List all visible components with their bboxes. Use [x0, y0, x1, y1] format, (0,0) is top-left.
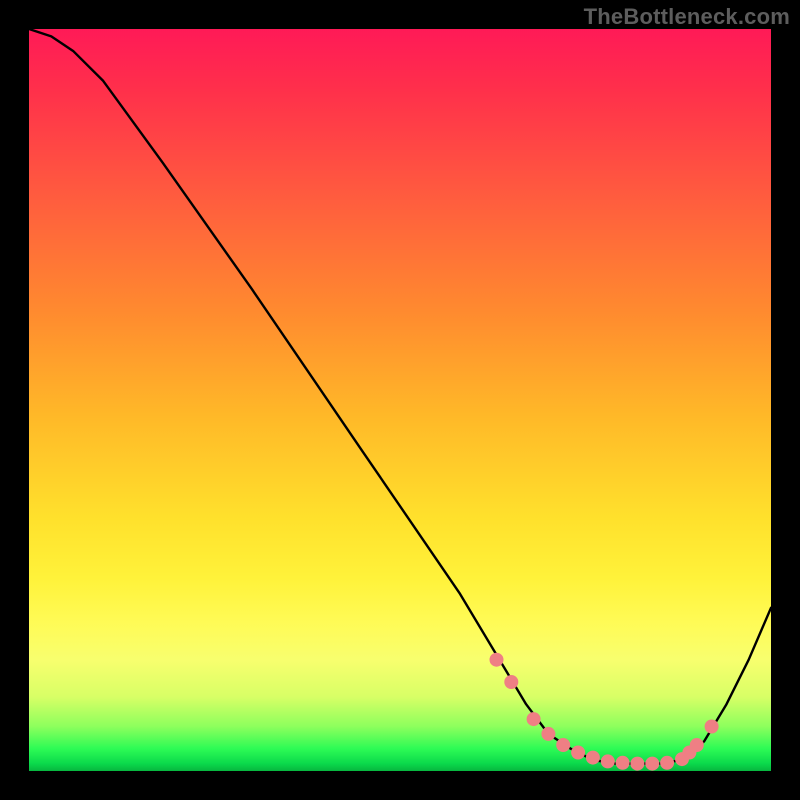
- marker-dot: [616, 756, 629, 769]
- watermark-text: TheBottleneck.com: [584, 4, 790, 30]
- marker-dot: [661, 756, 674, 769]
- marker-dot: [601, 755, 614, 768]
- marker-dot: [646, 757, 659, 770]
- marker-dot: [705, 720, 718, 733]
- marker-dot: [690, 739, 703, 752]
- marker-dot: [557, 739, 570, 752]
- marker-dot: [542, 727, 555, 740]
- marker-dot: [490, 653, 503, 666]
- marker-dot: [586, 751, 599, 764]
- marker-dot: [631, 757, 644, 770]
- marker-dot: [527, 713, 540, 726]
- marker-dot: [572, 746, 585, 759]
- overlay-svg: [29, 29, 771, 771]
- marker-dot: [505, 676, 518, 689]
- chart-stage: TheBottleneck.com: [0, 0, 800, 800]
- marker-group: [490, 653, 718, 770]
- plot-area: [29, 29, 771, 771]
- curve-line: [29, 29, 771, 764]
